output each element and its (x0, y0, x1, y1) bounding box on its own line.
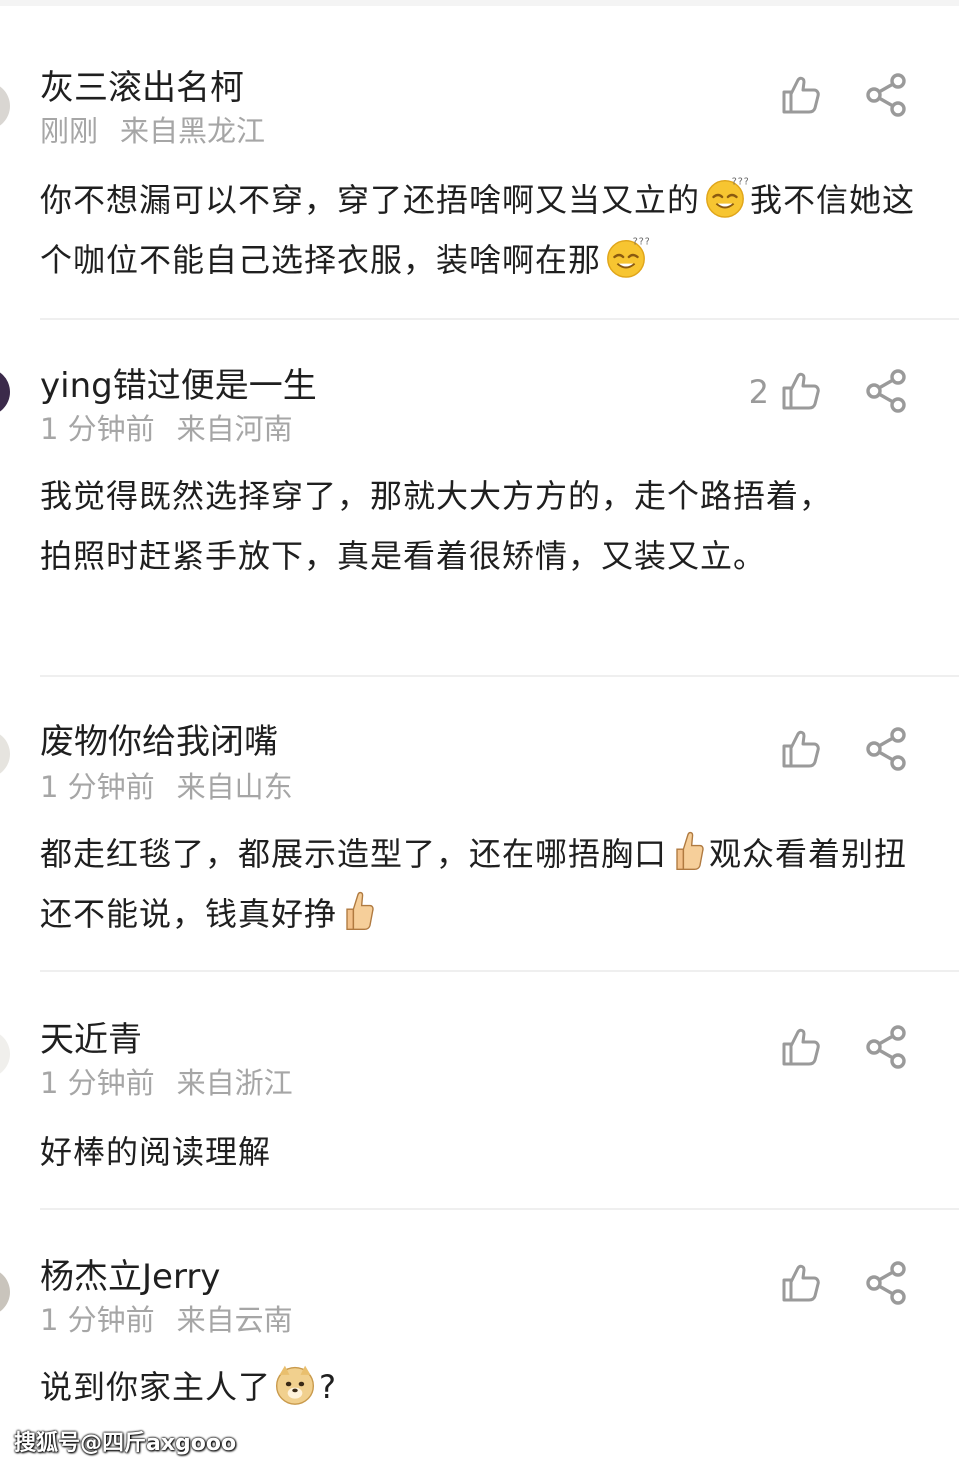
comment-time: 刚刚 (40, 114, 99, 148)
sleepy-smile-emoji (603, 233, 649, 279)
sleepy-smile-emoji (702, 173, 748, 219)
avatar[interactable] (0, 368, 10, 416)
username[interactable]: 废物你给我闭嘴 (40, 722, 278, 762)
comment-text: 都走红毯了，都展示造型了，还在哪捂胸口 观众看着别扭还不能说，钱真好挣 (40, 824, 920, 944)
comment-meta: 1 分钟前 来自山东 (40, 770, 293, 804)
thumbs-up-emoji (669, 829, 707, 873)
username[interactable]: ying错过便是一生 (40, 366, 317, 406)
avatar[interactable] (0, 1268, 10, 1316)
comment-meta: 刚刚 来自黑龙江 (40, 114, 265, 148)
like-icon[interactable] (780, 728, 822, 770)
comment-text-part: 都走红毯了，都展示造型了，还在哪捂胸口 (40, 835, 668, 873)
comment-meta: 1 分钟前 来自河南 (40, 412, 293, 446)
comment-time: 1 分钟前 (40, 412, 155, 446)
thumbs-up-emoji (339, 889, 377, 933)
divider (40, 675, 959, 677)
avatar[interactable] (0, 730, 10, 778)
like-icon[interactable] (780, 370, 822, 412)
share-icon[interactable] (864, 1024, 910, 1070)
like-icon[interactable] (780, 1026, 822, 1068)
comment-time: 1 分钟前 (40, 1066, 155, 1100)
like-icon[interactable] (780, 74, 822, 116)
comment-location: 来自山东 (176, 770, 293, 804)
avatar[interactable] (0, 1030, 10, 1078)
username[interactable]: 杨杰立Jerry (40, 1257, 220, 1297)
comment-meta: 1 分钟前 来自浙江 (40, 1066, 293, 1100)
watermark: 搜狐号@四斤axgooo (14, 1431, 237, 1456)
username[interactable]: 天近青 (40, 1020, 142, 1060)
comment-location: 来自河南 (176, 412, 293, 446)
comment-text: 说到你家主人了? (40, 1357, 920, 1417)
share-icon[interactable] (864, 726, 910, 772)
avatar[interactable] (0, 82, 10, 130)
share-icon[interactable] (864, 368, 910, 414)
divider (40, 318, 959, 320)
share-icon[interactable] (864, 72, 910, 118)
comment-text: 你不想漏可以不穿，穿了还捂啥啊又当又立的 我不信她这个咖位不能自己选择衣服，装啥啊… (40, 170, 920, 290)
comment-time: 1 分钟前 (40, 1303, 155, 1337)
top-edge (0, 0, 959, 6)
comment-time: 1 分钟前 (40, 770, 155, 804)
comment-text-part: 你不想漏可以不穿，穿了还捂啥啊又当又立的 (40, 181, 701, 219)
like-count: 2 (748, 373, 769, 411)
comment-text: 好棒的阅读理解 (40, 1133, 272, 1171)
comment-meta: 1 分钟前 来自云南 (40, 1303, 293, 1337)
comment-location: 来自浙江 (176, 1066, 293, 1100)
username[interactable]: 灰三滚出名柯 (40, 68, 244, 108)
doge-emoji (273, 1362, 317, 1406)
comment-text-part: ? (319, 1368, 337, 1406)
divider (40, 970, 959, 972)
comment-text: 我觉得既然选择穿了，那就大大方方的，走个路捂着，拍照时赶紧手放下，真是看着很矫情… (40, 477, 833, 575)
comment-text-part: 说到你家主人了 (40, 1368, 272, 1406)
comment-location: 来自云南 (176, 1303, 293, 1337)
share-icon[interactable] (864, 1260, 910, 1306)
like-icon[interactable] (780, 1262, 822, 1304)
comment-location: 来自黑龙江 (120, 114, 266, 148)
divider (40, 1208, 959, 1210)
